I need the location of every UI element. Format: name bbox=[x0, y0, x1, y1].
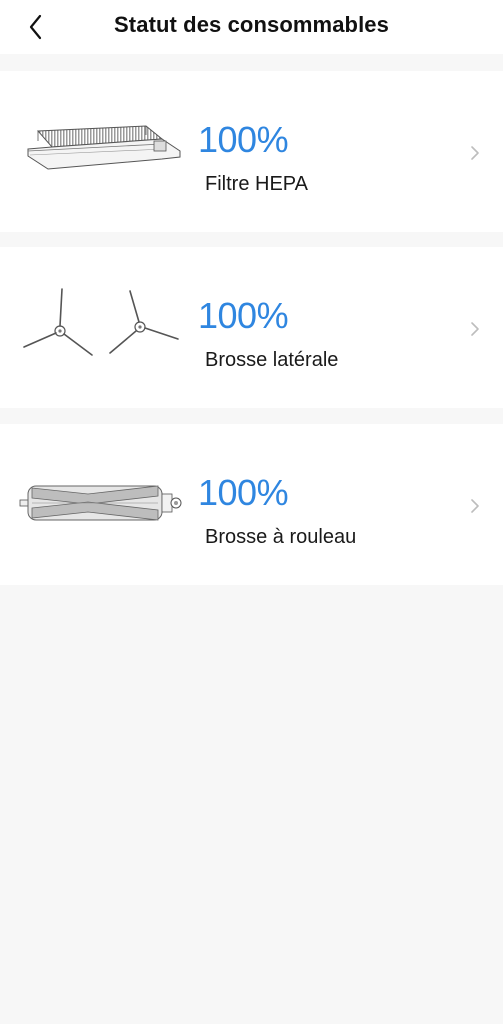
side-brush-percent: 100% bbox=[198, 295, 289, 336]
consumable-card-side-brush[interactable]: 100% Brosse latérale bbox=[0, 247, 503, 408]
side-brush-icon bbox=[18, 287, 188, 367]
chevron-right-icon bbox=[468, 143, 482, 163]
top-bar: Statut des consommables bbox=[0, 0, 503, 54]
hepa-filter-label: Filtre HEPA bbox=[205, 173, 308, 195]
chevron-right-icon bbox=[468, 319, 482, 339]
chevron-right-icon bbox=[468, 496, 482, 516]
consumable-card-roller-brush[interactable]: 100% Brosse à rouleau bbox=[0, 424, 503, 585]
roller-brush-label: Brosse à rouleau bbox=[205, 526, 357, 548]
hepa-filter-icon bbox=[18, 111, 188, 191]
page-title: Statut des consommables bbox=[114, 12, 389, 37]
side-brush-label: Brosse latérale bbox=[205, 349, 339, 371]
roller-brush-icon bbox=[18, 464, 188, 544]
hepa-filter-percent: 100% bbox=[198, 119, 289, 160]
consumable-card-hepa-filter[interactable]: 100% Filtre HEPA bbox=[0, 71, 503, 232]
roller-brush-percent: 100% bbox=[198, 472, 289, 513]
